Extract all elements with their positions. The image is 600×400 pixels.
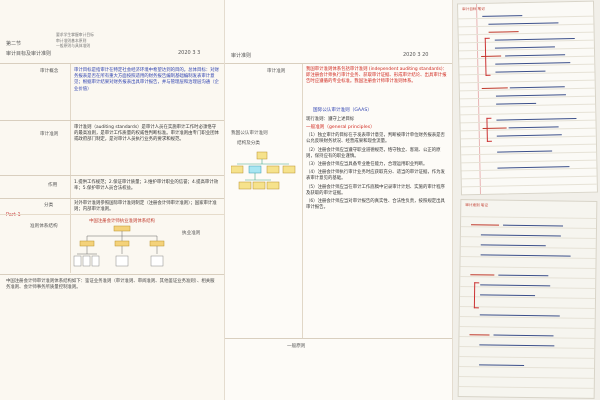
page-date: 2020 3 3 (178, 50, 201, 56)
section-number: 第二节 (6, 41, 22, 47)
structure-svg (231, 151, 296, 190)
structure-diagram: 结构及分类 (231, 140, 299, 202)
principles-list: 一般准则（general principles） （1）独立审计的目标在于发表审… (306, 125, 448, 211)
row-text: 我国审计准则体系包括审计准则 (independent auditing sta… (306, 67, 447, 85)
row-label: 准则体系结构 (30, 224, 58, 229)
page-title: 审计目标及审计准则 (6, 51, 52, 57)
document-page-middle: 审计准则 2020 3 20 审计准则 我国审计准则体系包括审计准则 (inde… (225, 0, 453, 400)
row-label: 审计概念 (40, 69, 59, 74)
document-page-left: 第二节 审计目标及审计准则 要求学生掌握审计目标 审计准则基本原则 一般原则与具… (0, 0, 225, 400)
list-item: （6）注册会计师应当对审计报告的真实性、合法性负责，按照规定出具审计报告。 (306, 199, 445, 211)
notebook-title: 审计目标 笔记 (462, 6, 485, 12)
header-notes: 要求学生掌握审计目标 审计准则基本原则 一般原则与具体准则 (56, 32, 94, 48)
list-item: （5）注册会计师应当在审计工作底稿中记录审计计划、实施的审计程序及获取的审计证据… (306, 184, 445, 196)
note-row: 分类 对外审计准则参照国际审计准则制定（注册会计师审计准则）；国家审计准则；内部… (0, 198, 224, 213)
footer-row: 中国注册会计师审计准则体系结构如下：鉴证业务准则（审计准则、审阅准则、其他鉴证业… (0, 274, 224, 400)
diagram-label: 结构及分类 (237, 141, 260, 146)
flowchart-side-label: 执业准则 (182, 231, 201, 236)
page-title: 审计准则 (231, 53, 252, 59)
row-label: 作用 (48, 183, 58, 188)
row-text: 审计准则（auditing standards）是审计人员在实施审计工作时必须恪… (74, 125, 219, 143)
sub-note: 现行准则：遵守上述目标 (306, 117, 355, 122)
notebook-photo-bottom: 审计准则 笔记 (457, 199, 598, 399)
flowchart-svg (73, 225, 165, 267)
row-label: 审计准则 (267, 69, 286, 74)
notebook-photos-panel: 审计目标 笔记 审计准则 笔记 (453, 0, 600, 400)
note-row: 审计准则 我国审计准则体系包括审计准则 (independent auditin… (225, 63, 452, 114)
footer-text: 中国注册会计师审计准则体系结构如下：鉴证业务准则（审计准则、审阅准则、其他鉴证业… (6, 279, 215, 291)
note-row: 审计概念 审计目标是指审计在特定社会经济环境中希望达到的目的。总体目标：对财务报… (0, 63, 224, 119)
row-text: 1.提供工作规范；2.保证审计质量；3.维护审计职业的信誉；4.提高审计效率；5… (74, 180, 219, 192)
flowchart-diagram: 中国注册会计师执业准则体系结构 (72, 216, 172, 272)
page-date: 2020 3 20 (403, 52, 429, 58)
side-label: 我国公认审计准则 (231, 131, 268, 136)
list-item: （3）注册会计师应当具备专业胜任能力，合理运用职业判断。 (306, 162, 428, 168)
list-heading: 一般准则（general principles） (306, 125, 375, 130)
section-title: 国际公认审计准则（GAAS） (313, 108, 372, 113)
notebook-photo-top: 审计目标 笔记 (457, 0, 598, 196)
note-row: 作用 1.提供工作规范；2.保证审计质量；3.维护审计职业的信誉；4.提高审计效… (0, 175, 224, 196)
row-label: 分类 (44, 203, 54, 208)
notebook-title: 审计准则 笔记 (465, 203, 489, 208)
row-text: 审计目标是指审计在特定社会经济环境中希望达到的目的。总体目标：对财务报表是否在所… (74, 68, 219, 92)
footer-row: 一般原则 (225, 338, 452, 400)
list-item: （4）注册会计师执行审计业务时应获取充分、适当的审计证据，作为发表审计意见的基础… (306, 170, 445, 182)
row-label: 审计准则 (40, 132, 59, 137)
row-text: 对外审计准则参照国际审计准则制定（注册会计师审计准则）；国家审计准则；内部审计准… (74, 201, 217, 213)
footer-label: 一般原则 (287, 344, 306, 349)
list-item: （1）独立审计的目标在于发表审计意见，判断被审计单位财务报表是否公允反映财务状况… (306, 133, 445, 145)
list-item: （2）注册会计师应当遵守职业道德规范，恪守独立、客观、公正的原则，保持应有的职业… (306, 147, 441, 159)
